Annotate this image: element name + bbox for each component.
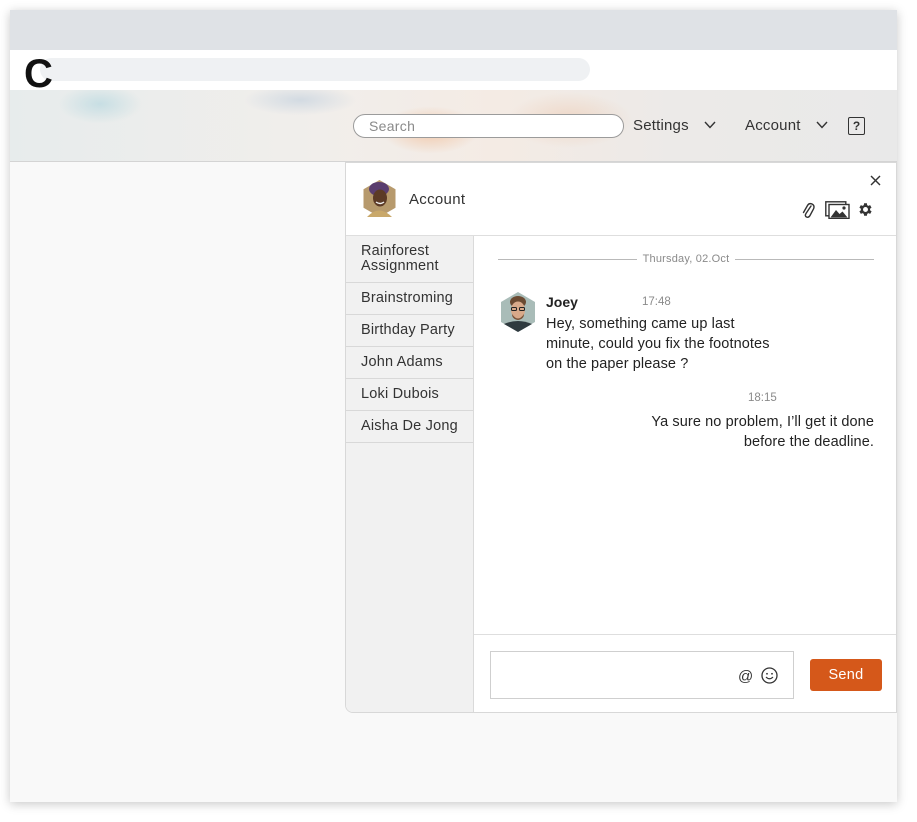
divider [498, 258, 637, 260]
divider [735, 258, 875, 260]
chevron-down-icon[interactable] [704, 121, 716, 129]
emoji-icon[interactable] [761, 667, 778, 684]
chat-item-aisha-de-jong[interactable]: Aisha De Jong [346, 411, 473, 443]
gear-icon[interactable] [857, 201, 874, 218]
sender-avatar [501, 292, 535, 332]
account-avatar [363, 180, 396, 217]
settings-menu[interactable]: Settings [633, 117, 689, 134]
chat-item-brainstroming[interactable]: Brainstroming [346, 283, 473, 315]
paperclip-icon[interactable] [801, 201, 815, 219]
browser-window: C Settings Account ? Account [10, 10, 897, 802]
chat-panel-header: Account [346, 163, 896, 236]
date-label: Thursday, 02.Oct [642, 253, 730, 265]
chat-panel: Account Rainforest Assignment Brainstrom… [345, 162, 897, 713]
search-input[interactable] [353, 114, 624, 138]
message-text: Ya sure no problem, I’ll get it done bef… [651, 414, 874, 450]
message-area: Thursday, 02.Oct Joey 17:48 Hey, somethi… [474, 236, 896, 634]
panel-title: Account [409, 191, 466, 208]
chat-list: Rainforest Assignment Brainstroming Birt… [346, 236, 474, 712]
chat-item-rainforest-assignment[interactable]: Rainforest Assignment [346, 236, 473, 283]
url-field[interactable] [40, 58, 590, 81]
send-button[interactable]: Send [810, 659, 882, 691]
help-button[interactable]: ? [848, 117, 865, 135]
message-text: Hey, something came up last minute, coul… [546, 316, 770, 372]
message-sender: Joey [546, 294, 578, 310]
chat-item-loki-dubois[interactable]: Loki Dubois [346, 379, 473, 411]
message-time: 18:15 [748, 392, 777, 404]
image-icon[interactable] [825, 201, 850, 219]
browser-tab-bar [10, 10, 897, 50]
message-composer: @ Send [474, 634, 896, 712]
date-separator: Thursday, 02.Oct [498, 252, 875, 266]
chevron-down-icon[interactable] [816, 121, 828, 129]
chat-item-birthday-party[interactable]: Birthday Party [346, 315, 473, 347]
message-time: 17:48 [642, 296, 671, 308]
close-icon[interactable] [870, 175, 881, 186]
app-logo: C [24, 52, 53, 96]
account-menu[interactable]: Account [745, 117, 801, 134]
mention-icon[interactable]: @ [738, 668, 753, 685]
chat-item-john-adams[interactable]: John Adams [346, 347, 473, 379]
